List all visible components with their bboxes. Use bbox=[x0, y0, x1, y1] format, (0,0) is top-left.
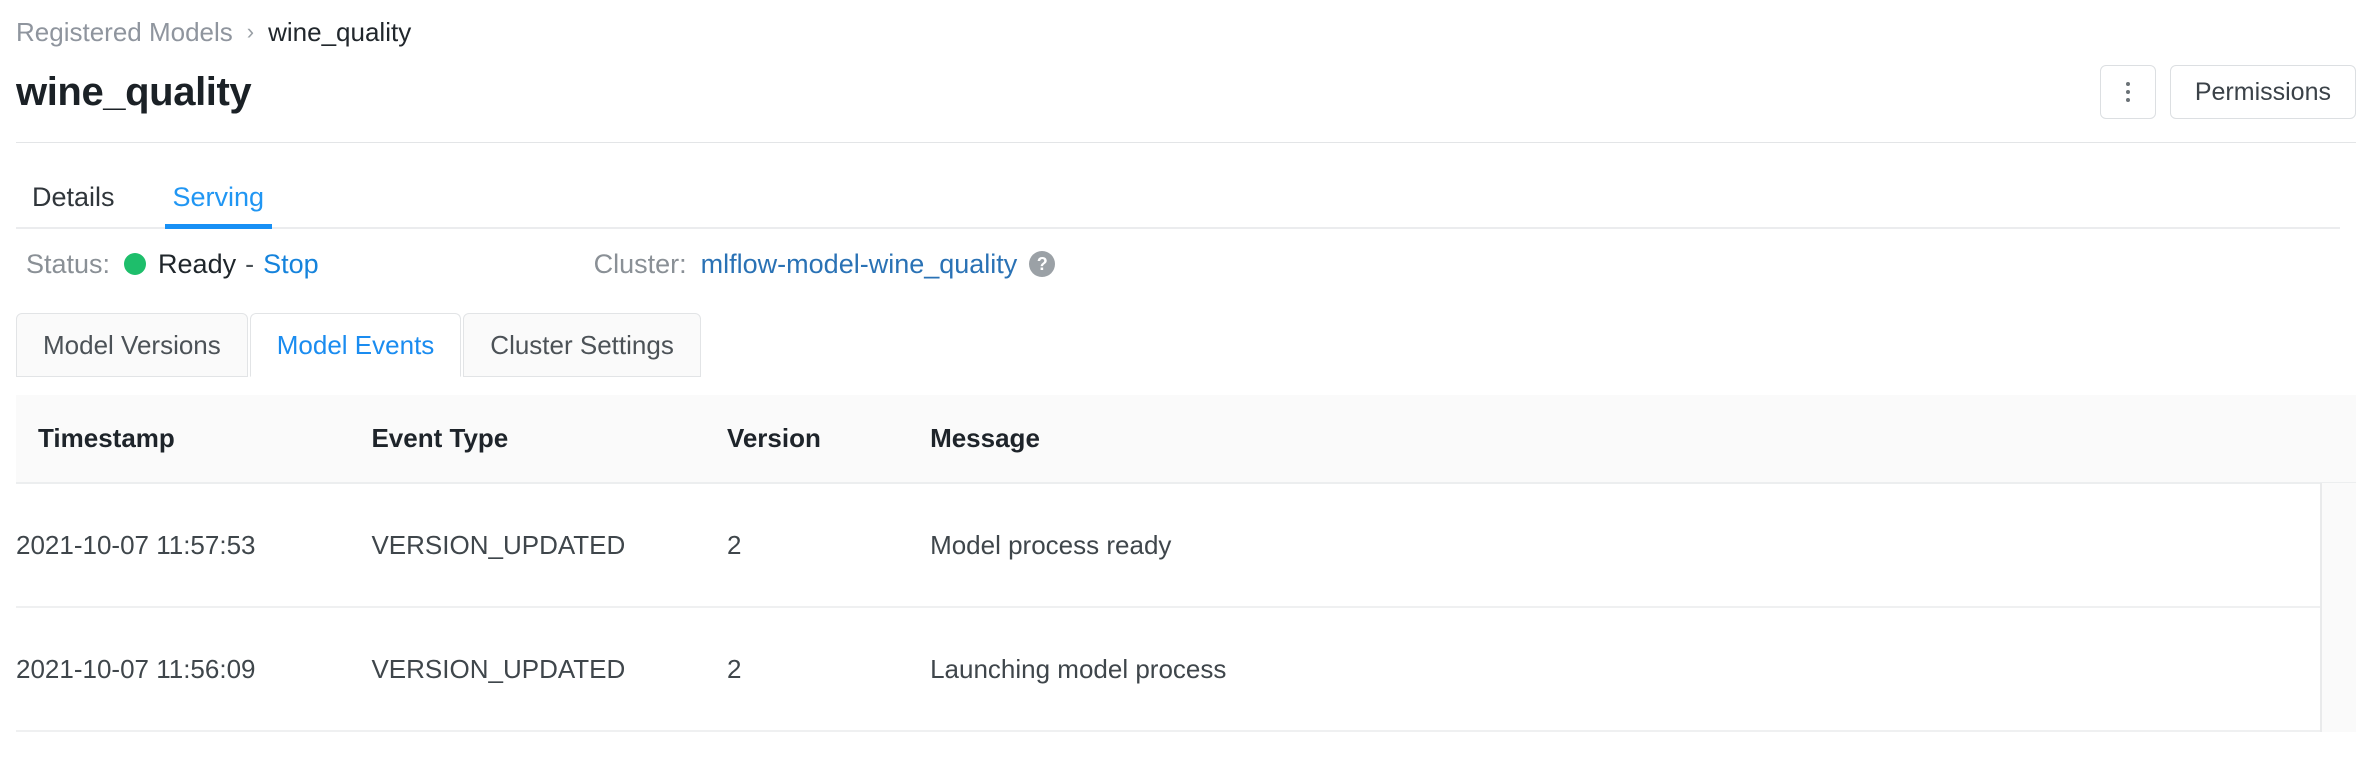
breadcrumb-registered-models[interactable]: Registered Models bbox=[16, 17, 233, 48]
serving-status-bar: Status: Ready - Stop Cluster: mlflow-mod… bbox=[16, 229, 2356, 299]
serving-subtabs: Model Versions Model Events Cluster Sett… bbox=[16, 311, 2356, 377]
tab-serving[interactable]: Serving bbox=[173, 182, 265, 229]
cluster-link[interactable]: mlflow-model-wine_quality bbox=[701, 249, 1018, 280]
chevron-right-icon: › bbox=[247, 21, 254, 43]
subtab-cluster-settings[interactable]: Cluster Settings bbox=[463, 313, 701, 377]
model-events-table-wrapper: Timestamp Event Type Version Message 202… bbox=[16, 395, 2356, 732]
cell-message: Launching model process bbox=[930, 607, 2356, 731]
page-header: wine_quality Permissions bbox=[16, 56, 2356, 128]
status-indicator-icon bbox=[124, 253, 146, 275]
cell-timestamp: 2021-10-07 11:57:53 bbox=[16, 483, 371, 607]
table-row[interactable]: 2021-10-07 11:57:53 VERSION_UPDATED 2 Mo… bbox=[16, 483, 2356, 607]
column-header-timestamp[interactable]: Timestamp bbox=[16, 395, 371, 483]
serving-page: Registered Models › wine_quality wine_qu… bbox=[0, 0, 2372, 770]
page-title: wine_quality bbox=[16, 72, 251, 112]
status-label: Status: bbox=[26, 249, 110, 280]
column-header-event-type[interactable]: Event Type bbox=[371, 395, 726, 483]
cell-version: 2 bbox=[727, 607, 930, 731]
status-separator: - bbox=[245, 249, 254, 280]
cluster-info: Cluster: mlflow-model-wine_quality ? bbox=[594, 249, 1056, 280]
column-header-message[interactable]: Message bbox=[930, 395, 2356, 483]
overflow-menu-button[interactable] bbox=[2100, 65, 2156, 119]
permissions-button[interactable]: Permissions bbox=[2170, 65, 2356, 119]
cell-timestamp: 2021-10-07 11:56:09 bbox=[16, 607, 371, 731]
kebab-menu-icon bbox=[2126, 82, 2130, 102]
primary-tabs: Details Serving bbox=[16, 143, 2356, 229]
cell-message: Model process ready bbox=[930, 483, 2356, 607]
help-circle-icon[interactable]: ? bbox=[1029, 251, 1055, 277]
subtab-model-events[interactable]: Model Events bbox=[250, 313, 462, 377]
tab-details[interactable]: Details bbox=[32, 182, 115, 229]
header-actions: Permissions bbox=[2100, 65, 2356, 119]
breadcrumb-current: wine_quality bbox=[268, 17, 411, 48]
cell-version: 2 bbox=[727, 483, 930, 607]
table-vertical-scrollbar[interactable] bbox=[2320, 483, 2356, 732]
table-row[interactable]: 2021-10-07 11:56:09 VERSION_UPDATED 2 La… bbox=[16, 607, 2356, 731]
cell-event-type: VERSION_UPDATED bbox=[371, 607, 726, 731]
stop-serving-link[interactable]: Stop bbox=[263, 249, 319, 280]
status-value: Ready bbox=[158, 249, 236, 280]
breadcrumb: Registered Models › wine_quality bbox=[16, 0, 2356, 56]
table-body: 2021-10-07 11:57:53 VERSION_UPDATED 2 Mo… bbox=[16, 483, 2356, 731]
subtab-model-versions[interactable]: Model Versions bbox=[16, 313, 248, 377]
cell-event-type: VERSION_UPDATED bbox=[371, 483, 726, 607]
cluster-label: Cluster: bbox=[594, 249, 687, 280]
table-header: Timestamp Event Type Version Message bbox=[16, 395, 2356, 483]
table-header-row: Timestamp Event Type Version Message bbox=[16, 395, 2356, 483]
model-events-table: Timestamp Event Type Version Message 202… bbox=[16, 395, 2356, 732]
column-header-version[interactable]: Version bbox=[727, 395, 930, 483]
